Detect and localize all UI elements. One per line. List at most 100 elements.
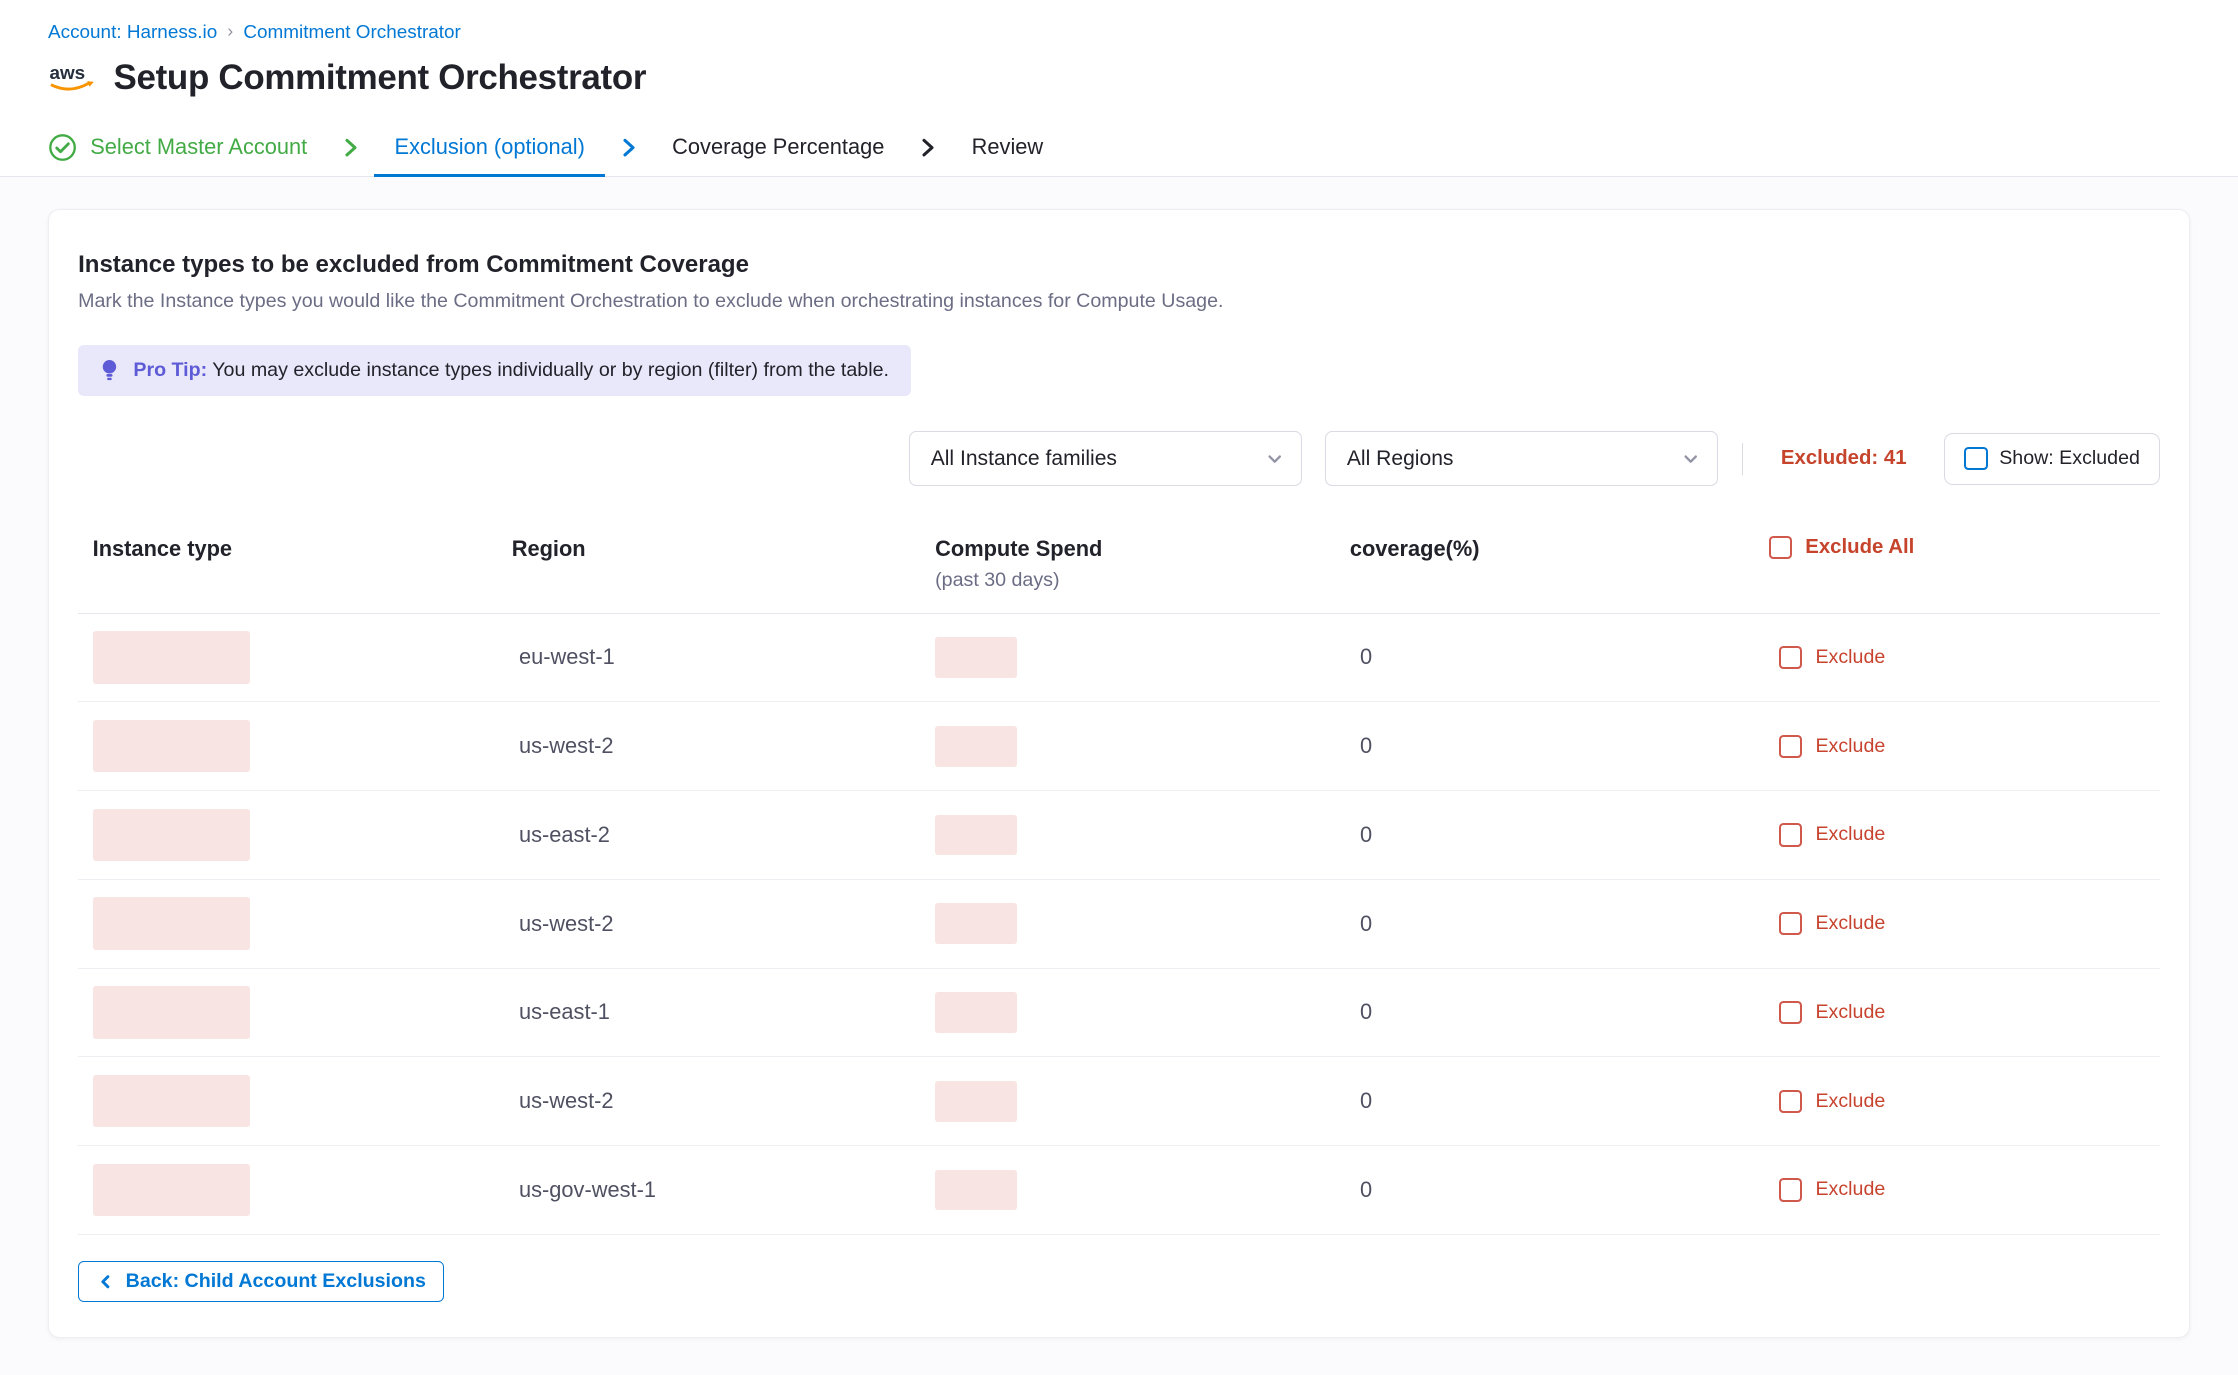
page-title: Setup Commitment Orchestrator — [113, 58, 646, 98]
svg-text:aws: aws — [49, 63, 85, 84]
redacted-compute-spend — [935, 815, 1016, 856]
header-region: Region — [512, 536, 935, 562]
step-label: Review — [972, 134, 1044, 160]
table-row: eu-west-1 0 Exclude — [78, 614, 2160, 703]
header-compute-spend: Compute Spend — [935, 536, 1350, 562]
chevron-left-icon — [97, 1273, 114, 1290]
chevron-down-icon — [1682, 450, 1699, 467]
regions-dropdown[interactable]: All Regions — [1325, 431, 1718, 486]
exclusion-table: Instance type Region Compute Spend (past… — [78, 536, 2160, 1235]
step-exclusion-optional[interactable]: Exclusion (optional) — [374, 119, 605, 176]
redacted-compute-spend — [935, 726, 1016, 767]
show-excluded-label: Show: Excluded — [1999, 447, 2140, 470]
coverage-cell: 0 — [1350, 1088, 1769, 1114]
redacted-instance-type — [93, 720, 250, 772]
exclusion-card: Instance types to be excluded from Commi… — [48, 209, 2190, 1338]
redacted-instance-type — [93, 897, 250, 949]
coverage-cell: 0 — [1350, 1177, 1769, 1203]
exclude-label: Exclude — [1815, 912, 1885, 935]
region-cell: us-west-2 — [512, 1088, 935, 1114]
region-cell: us-east-2 — [512, 822, 935, 848]
table-row: us-west-2 0 Exclude — [78, 880, 2160, 969]
exclude-checkbox[interactable] — [1779, 823, 1802, 846]
table-row: us-east-1 0 Exclude — [78, 969, 2160, 1058]
chevron-right-icon — [916, 136, 939, 159]
back-button-label: Back: Child Account Exclusions — [126, 1270, 426, 1293]
filter-row: All Instance families All Regions Exclud… — [78, 431, 2160, 486]
exclude-checkbox[interactable] — [1779, 646, 1802, 669]
table-row: us-west-2 0 Exclude — [78, 702, 2160, 791]
region-cell: us-west-2 — [512, 733, 935, 759]
coverage-cell: 0 — [1350, 822, 1769, 848]
exclude-all-label: Exclude All — [1805, 536, 1914, 559]
exclude-label: Exclude — [1815, 1178, 1885, 1201]
redacted-instance-type — [93, 1164, 250, 1216]
redacted-instance-type — [93, 809, 250, 861]
step-coverage-percentage[interactable]: Coverage Percentage — [652, 119, 905, 176]
wizard-stepper: Select Master Account Exclusion (optiona… — [0, 119, 2238, 177]
vertical-divider — [1742, 443, 1743, 475]
header-instance-type: Instance type — [93, 536, 512, 562]
step-label: Coverage Percentage — [672, 134, 884, 160]
exclude-checkbox[interactable] — [1779, 735, 1802, 758]
exclude-label: Exclude — [1815, 1090, 1885, 1113]
redacted-compute-spend — [935, 1081, 1016, 1122]
exclude-checkbox[interactable] — [1779, 1001, 1802, 1024]
table-row: us-west-2 0 Exclude — [78, 1057, 2160, 1146]
exclude-checkbox[interactable] — [1779, 1178, 1802, 1201]
step-select-master-account[interactable]: Select Master Account — [48, 119, 328, 176]
chevron-down-icon — [1266, 450, 1283, 467]
instance-families-dropdown[interactable]: All Instance families — [909, 431, 1302, 486]
redacted-instance-type — [93, 631, 250, 683]
exclude-label: Exclude — [1815, 646, 1885, 669]
show-excluded-checkbox[interactable] — [1964, 447, 1987, 470]
step-review[interactable]: Review — [951, 119, 1063, 176]
show-excluded-toggle[interactable]: Show: Excluded — [1944, 433, 2159, 485]
lightbulb-icon — [100, 358, 119, 383]
redacted-compute-spend — [935, 1170, 1016, 1211]
excluded-count: Excluded: 41 — [1781, 447, 1907, 470]
breadcrumb: Account: Harness.io › Commitment Orchest… — [0, 0, 2238, 44]
table-body: eu-west-1 0 Exclude us-west-2 0 Exclude … — [78, 614, 2160, 1235]
region-cell: eu-west-1 — [512, 644, 935, 670]
redacted-compute-spend — [935, 637, 1016, 678]
page-body: Instance types to be excluded from Commi… — [0, 177, 2238, 1375]
regions-value: All Regions — [1347, 447, 1454, 471]
redacted-instance-type — [93, 986, 250, 1038]
back-button[interactable]: Back: Child Account Exclusions — [78, 1261, 444, 1302]
coverage-cell: 0 — [1350, 644, 1769, 670]
header-exclude-all: Exclude All — [1769, 536, 2160, 559]
section-subtitle: Mark the Instance types you would like t… — [78, 290, 2160, 313]
table-row: us-gov-west-1 0 Exclude — [78, 1146, 2160, 1235]
exclude-all-checkbox[interactable] — [1769, 536, 1792, 559]
table-row: us-east-2 0 Exclude — [78, 791, 2160, 880]
redacted-instance-type — [93, 1075, 250, 1127]
check-circle-icon — [48, 133, 77, 162]
coverage-cell: 0 — [1350, 733, 1769, 759]
chevron-right-icon — [339, 136, 362, 159]
pro-tip-text: You may exclude instance types individua… — [212, 359, 889, 381]
chevron-right-icon: › — [227, 21, 233, 42]
exclude-checkbox[interactable] — [1779, 1090, 1802, 1113]
coverage-cell: 0 — [1350, 911, 1769, 937]
table-header-row: Instance type Region Compute Spend (past… — [78, 536, 2160, 614]
step-label: Exclusion (optional) — [395, 134, 585, 160]
pro-tip-label: Pro Tip: — [133, 359, 207, 381]
chevron-right-icon — [617, 136, 640, 159]
region-cell: us-east-1 — [512, 999, 935, 1025]
exclude-label: Exclude — [1815, 823, 1885, 846]
exclude-label: Exclude — [1815, 1001, 1885, 1024]
section-title: Instance types to be excluded from Commi… — [78, 251, 2160, 279]
region-cell: us-gov-west-1 — [512, 1177, 935, 1203]
instance-families-value: All Instance families — [931, 447, 1117, 471]
header-coverage: coverage(%) — [1350, 536, 1769, 562]
breadcrumb-page-link[interactable]: Commitment Orchestrator — [243, 22, 460, 44]
exclude-checkbox[interactable] — [1779, 912, 1802, 935]
region-cell: us-west-2 — [512, 911, 935, 937]
page-header: aws Setup Commitment Orchestrator — [0, 44, 2238, 99]
breadcrumb-account-link[interactable]: Account: Harness.io — [48, 22, 217, 44]
aws-logo-icon: aws — [48, 60, 97, 96]
redacted-compute-spend — [935, 992, 1016, 1033]
pro-tip-banner: Pro Tip: You may exclude instance types … — [78, 345, 911, 396]
header-compute-spend-sub: (past 30 days) — [935, 569, 1350, 592]
